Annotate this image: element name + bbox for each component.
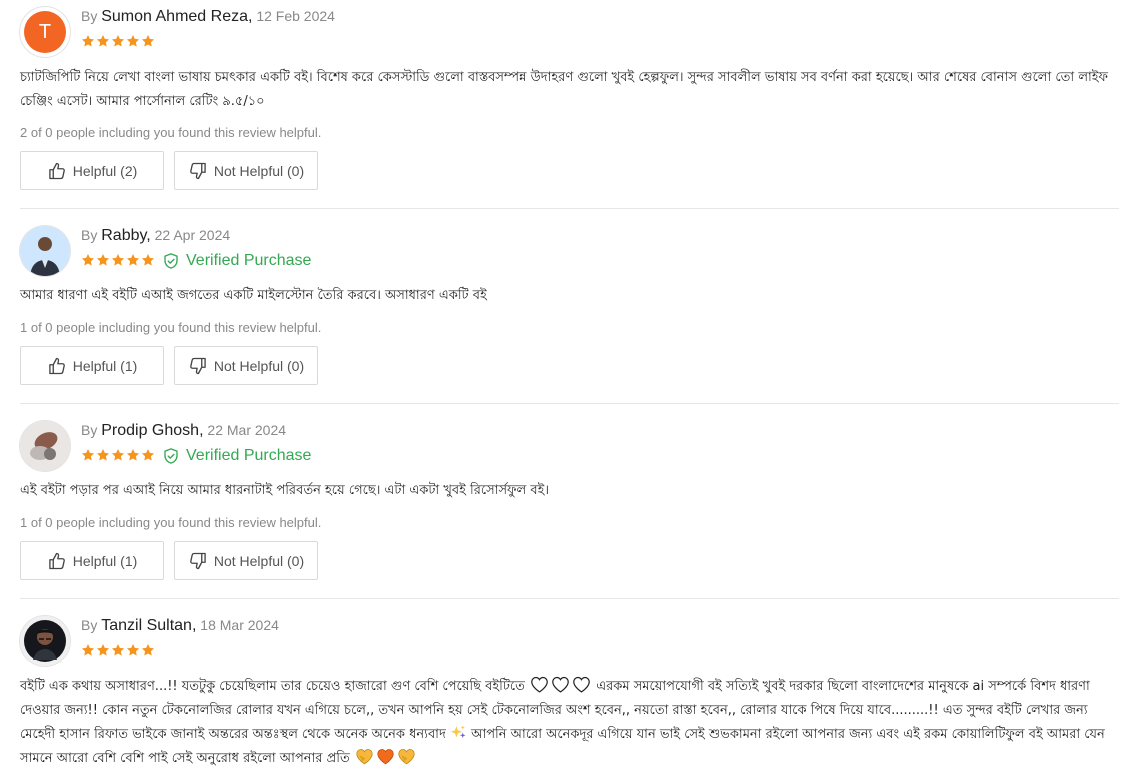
reviewer-name: Rabby,: [101, 227, 151, 244]
divider: [20, 598, 1119, 599]
orange-heart-icon: [376, 748, 395, 765]
divider: [20, 403, 1119, 404]
star-rating: [81, 34, 155, 50]
star-icon: [81, 643, 95, 657]
star-icon: [141, 253, 155, 267]
reviewer-byline: By Rabby, 22 Apr 2024: [81, 227, 230, 245]
reviewer-name: Tanzil Sultan,: [101, 617, 197, 634]
not-helpful-label: Not Helpful (0): [213, 552, 305, 569]
review-text: আমার ধারণা এই বইটি এআই জগতের একটি মাইলস্…: [20, 288, 487, 303]
star-icon: [126, 253, 140, 267]
verified-label: Verified Purchase: [186, 252, 312, 269]
star-rating: [81, 643, 155, 659]
star-icon: [81, 253, 95, 267]
by-label: By: [81, 227, 98, 243]
review-text-part: বইটি এক কথায় অসাধারণ...!! যতটুকু চেয়েছ…: [20, 679, 525, 694]
star-icon: [126, 448, 140, 462]
shield-check-icon: [162, 447, 180, 465]
avatar: [20, 421, 70, 471]
reviewer-name: Sumon Ahmed Reza,: [101, 8, 253, 25]
heart-outline-icon: [530, 676, 549, 693]
review-date: 12 Feb 2024: [256, 8, 335, 24]
verified-purchase-badge: Verified Purchase: [162, 252, 311, 270]
helpful-label: Helpful (2): [72, 162, 138, 179]
star-icon: [126, 34, 140, 48]
star-icon: [111, 34, 125, 48]
reviewer-byline: By Tanzil Sultan, 18 Mar 2024: [81, 617, 279, 635]
reviewer-name: Prodip Ghosh,: [101, 422, 204, 439]
star-icon: [126, 643, 140, 657]
avatar: [20, 226, 70, 276]
not-helpful-label: Not Helpful (0): [213, 162, 305, 179]
star-icon: [141, 34, 155, 48]
star-rating: [81, 448, 155, 464]
avatar-photo: [20, 421, 70, 471]
review-text: চ্যাটজিপিটি নিয়ে লেখা বাংলা ভাষায় চমৎক…: [20, 70, 1109, 109]
reviewer-byline: By Prodip Ghosh, 22 Mar 2024: [81, 422, 286, 440]
avatar-initial: T: [24, 11, 66, 53]
yellow-heart-icon: [397, 748, 416, 765]
by-label: By: [81, 422, 98, 438]
verified-purchase-badge: Verified Purchase: [162, 447, 311, 465]
heart-outline-icon: [572, 676, 591, 693]
thumbs-down-icon: [188, 161, 208, 181]
star-rating: [81, 253, 155, 269]
star-icon: [96, 643, 110, 657]
helpful-button[interactable]: Helpful (2): [20, 151, 164, 190]
star-icon: [96, 253, 110, 267]
star-icon: [141, 643, 155, 657]
star-icon: [81, 448, 95, 462]
star-icon: [111, 643, 125, 657]
star-icon: [96, 34, 110, 48]
star-icon: [96, 448, 110, 462]
divider: [20, 208, 1119, 209]
avatar: [20, 616, 70, 666]
verified-label: Verified Purchase: [186, 447, 312, 464]
helpful-summary: 1 of 0 people including you found this r…: [20, 515, 322, 530]
avatar-photo: [20, 226, 70, 276]
not-helpful-label: Not Helpful (0): [213, 357, 305, 374]
helpful-button[interactable]: Helpful (1): [20, 541, 164, 580]
by-label: By: [81, 617, 98, 633]
star-icon: [111, 253, 125, 267]
review-date: 22 Apr 2024: [154, 227, 231, 243]
helpful-label: Helpful (1): [72, 552, 138, 569]
reviewer-byline: By Sumon Ahmed Reza, 12 Feb 2024: [81, 8, 335, 26]
thumbs-up-icon: [47, 356, 67, 376]
helpful-summary: 2 of 0 people including you found this r…: [20, 125, 322, 140]
not-helpful-button[interactable]: Not Helpful (0): [174, 541, 318, 580]
review-date: 18 Mar 2024: [200, 617, 279, 633]
avatar: T: [20, 7, 70, 57]
helpful-label: Helpful (1): [72, 357, 138, 374]
review-date: 22 Mar 2024: [207, 422, 287, 438]
not-helpful-button[interactable]: Not Helpful (0): [174, 151, 318, 190]
sparkles-icon: [450, 724, 467, 741]
avatar-photo: [20, 616, 70, 666]
review-item: By Rabby, 22 Apr 2024 Verified Purchase …: [20, 226, 1119, 391]
star-icon: [141, 448, 155, 462]
review-item: By Prodip Ghosh, 22 Mar 2024 Verified Pu…: [20, 421, 1119, 586]
yellow-heart-icon: [355, 748, 374, 765]
thumbs-up-icon: [47, 161, 67, 181]
thumbs-up-icon: [47, 551, 67, 571]
thumbs-down-icon: [188, 551, 208, 571]
review-text: এই বইটা পড়ার পর এআই নিয়ে আমার ধারনাটাই…: [20, 483, 550, 498]
helpful-summary: 1 of 0 people including you found this r…: [20, 320, 322, 335]
star-icon: [111, 448, 125, 462]
not-helpful-button[interactable]: Not Helpful (0): [174, 346, 318, 385]
shield-check-icon: [162, 252, 180, 270]
review-item: By Tanzil Sultan, 18 Mar 2024 বইটি এক কথ…: [20, 616, 1119, 779]
review-item: T By Sumon Ahmed Reza, 12 Feb 2024 চ্যাট…: [20, 7, 1119, 197]
thumbs-down-icon: [188, 356, 208, 376]
helpful-button[interactable]: Helpful (1): [20, 346, 164, 385]
review-text: বইটি এক কথায় অসাধারণ...!! যতটুকু চেয়েছ…: [20, 675, 1119, 771]
star-icon: [81, 34, 95, 48]
by-label: By: [81, 8, 98, 24]
heart-outline-icon: [551, 676, 570, 693]
